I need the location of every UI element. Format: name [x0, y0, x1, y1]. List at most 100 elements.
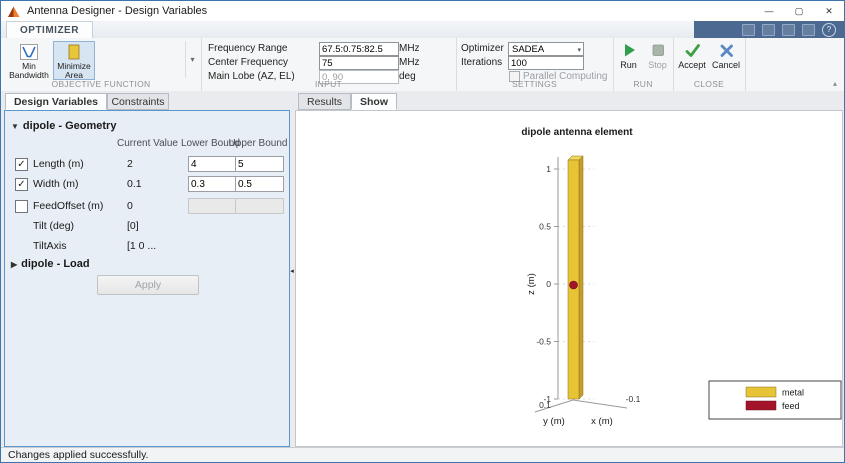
run-button[interactable]: Run: [615, 42, 642, 80]
toolstrip: Min Bandwidth Minimize Area ▾ OBJECTIVE …: [1, 38, 844, 92]
plot-title: dipole antenna element: [521, 127, 633, 138]
iterations-label: Iterations: [461, 57, 503, 68]
center-frequency-row: Center Frequency MHz: [201, 56, 456, 70]
run-play-icon: [624, 44, 635, 57]
z-axis: [554, 157, 559, 400]
svg-text:-0.5: -0.5: [536, 337, 551, 347]
section-label-run: RUN: [633, 79, 653, 89]
frequency-range-row: Frequency Range MHz: [201, 42, 456, 56]
svg-text:0: 0: [546, 279, 551, 289]
min-bandwidth-label: Min Bandwidth: [9, 61, 49, 80]
design-variables-panel: ▼ dipole - Geometry Current Value Lower B…: [4, 110, 290, 447]
svg-text:0.5: 0.5: [539, 222, 551, 232]
length-checkbox[interactable]: ✓: [15, 158, 28, 171]
tab-optimizer[interactable]: OPTIMIZER: [6, 21, 93, 39]
frequency-range-label: Frequency Range: [208, 43, 288, 54]
accept-button[interactable]: Accept: [676, 42, 708, 80]
section-input: Frequency Range MHz Center Frequency MHz…: [201, 38, 457, 91]
section-label-settings: SETTINGS: [512, 79, 557, 89]
tilt-label: Tilt (deg): [33, 220, 75, 232]
section-close: Accept Cancel CLOSE: [673, 38, 746, 91]
optimizer-select[interactable]: SADEA ▾: [508, 42, 584, 56]
tab-constraints[interactable]: Constraints: [107, 93, 169, 110]
window-controls: — ▢ ✕: [754, 1, 844, 21]
stop-square-icon: [652, 44, 664, 56]
width-upper-bound-input[interactable]: [235, 176, 284, 192]
objective-gallery-dropdown[interactable]: ▾: [185, 41, 199, 78]
quick-access-icon-2[interactable]: [762, 23, 775, 36]
svg-text:1: 1: [546, 164, 551, 174]
feedoffset-upper-bound-input: [235, 198, 284, 214]
section-objective-function: Min Bandwidth Minimize Area ▾ OBJECTIVE …: [1, 38, 202, 91]
optimizer-label: Optimizer: [461, 43, 504, 54]
center-frequency-input[interactable]: [319, 56, 399, 70]
iterations-input[interactable]: [508, 56, 584, 70]
quick-access-icon-3[interactable]: [782, 23, 795, 36]
close-window-icon[interactable]: ✕: [814, 1, 844, 21]
cancel-label: Cancel: [711, 60, 740, 70]
minimize-window-icon[interactable]: —: [754, 1, 784, 21]
center-frequency-unit: MHz: [399, 57, 420, 68]
chevron-down-icon: ▾: [577, 47, 581, 54]
ribbon-tab-strip: OPTIMIZER ?: [1, 21, 844, 39]
dipole-side-face: [578, 155, 584, 400]
minimize-area-label: Minimize Area: [57, 61, 91, 80]
feedoffset-lower-bound-input: [188, 198, 237, 214]
main-area: Design Variables Constraints ▼ dipole - G…: [1, 91, 844, 449]
run-label: Run: [620, 60, 637, 70]
length-upper-bound-input[interactable]: [235, 156, 284, 172]
width-label: Width (m): [33, 178, 79, 190]
width-current-value: 0.1: [127, 178, 142, 190]
load-header-label: dipole - Load: [21, 258, 90, 270]
z-axis-label: z (m): [526, 273, 537, 295]
frequency-range-input[interactable]: [319, 42, 399, 56]
tab-results[interactable]: Results: [298, 93, 351, 110]
length-lower-bound-input[interactable]: [188, 156, 237, 172]
feedoffset-checkbox[interactable]: [15, 200, 28, 213]
stop-label: Stop: [648, 60, 667, 70]
geometry-header-label: dipole - Geometry: [22, 120, 117, 132]
minimize-area-button[interactable]: Minimize Area: [53, 41, 95, 80]
min-bandwidth-button[interactable]: Min Bandwidth: [8, 41, 50, 80]
bandwidth-curve-icon: [20, 44, 38, 60]
tiltaxis-label: TiltAxis: [33, 240, 67, 252]
accept-check-icon: [685, 44, 700, 57]
area-rectangle-icon: [68, 44, 80, 60]
matlab-app-icon: [8, 6, 20, 17]
legend-metal-swatch: [745, 386, 777, 398]
cancel-button[interactable]: Cancel: [710, 42, 742, 80]
y-axis-label: y (m): [543, 416, 565, 427]
show-panel: dipole antenna element 1 0.5 0 -0.5 -1 z…: [295, 110, 843, 447]
feed-dot: [569, 280, 578, 290]
quick-access-icon-1[interactable]: [742, 23, 755, 36]
maximize-window-icon[interactable]: ▢: [784, 1, 814, 21]
quick-access-toolbar: ?: [694, 21, 844, 38]
tab-show[interactable]: Show: [351, 93, 397, 110]
width-checkbox[interactable]: ✓: [15, 178, 28, 191]
length-label: Length (m): [33, 158, 84, 170]
section-label-input: INPUT: [315, 79, 342, 89]
dipole-element: [567, 155, 584, 400]
stop-button[interactable]: Stop: [644, 42, 671, 80]
collapse-ribbon-icon[interactable]: ▴: [833, 79, 837, 88]
section-label-objective: OBJECTIVE FUNCTION: [51, 79, 151, 89]
width-lower-bound-input[interactable]: [188, 176, 237, 192]
y-tick-label: 0.1: [539, 400, 551, 410]
window-title: Antenna Designer - Design Variables: [27, 5, 208, 17]
x-tick-label: -0.1: [626, 394, 641, 404]
load-section-header[interactable]: ▶ dipole - Load: [11, 258, 90, 270]
table-row-length: ✓ Length (m) 2: [5, 156, 289, 173]
z-tick-labels: 1 0.5 0 -0.5 -1: [536, 164, 551, 404]
quick-access-icon-4[interactable]: [802, 23, 815, 36]
geometry-section-header[interactable]: ▼ dipole - Geometry: [11, 120, 116, 132]
tab-design-variables[interactable]: Design Variables: [5, 93, 107, 110]
help-icon[interactable]: ?: [822, 22, 836, 37]
section-settings: Optimizer SADEA ▾ Iterations Parallel Co…: [456, 38, 614, 91]
app-window: Antenna Designer - Design Variables — ▢ …: [0, 0, 845, 463]
apply-button[interactable]: Apply: [97, 275, 199, 295]
tilt-value: [0]: [127, 220, 139, 232]
dipole-3d-plot[interactable]: dipole antenna element 1 0.5 0 -0.5 -1 z…: [296, 111, 842, 446]
expand-triangle-icon: ▶: [11, 260, 18, 269]
frequency-range-unit: MHz: [399, 43, 420, 54]
center-frequency-label: Center Frequency: [208, 57, 289, 68]
